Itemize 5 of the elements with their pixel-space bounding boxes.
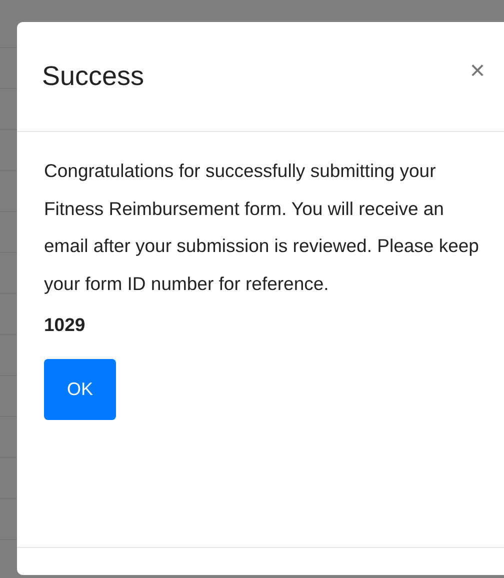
ok-button[interactable]: OK — [44, 359, 116, 420]
close-button[interactable]: × — [470, 56, 485, 82]
dialog-title: Success — [42, 61, 144, 92]
message-text: Congratulations for successfully submitting your Fitness Reimbursement form. You will receive an email after your submission is reviewed. Please keep your form ID number for reference. — [44, 159, 480, 296]
form-id: 1029 — [44, 314, 86, 336]
